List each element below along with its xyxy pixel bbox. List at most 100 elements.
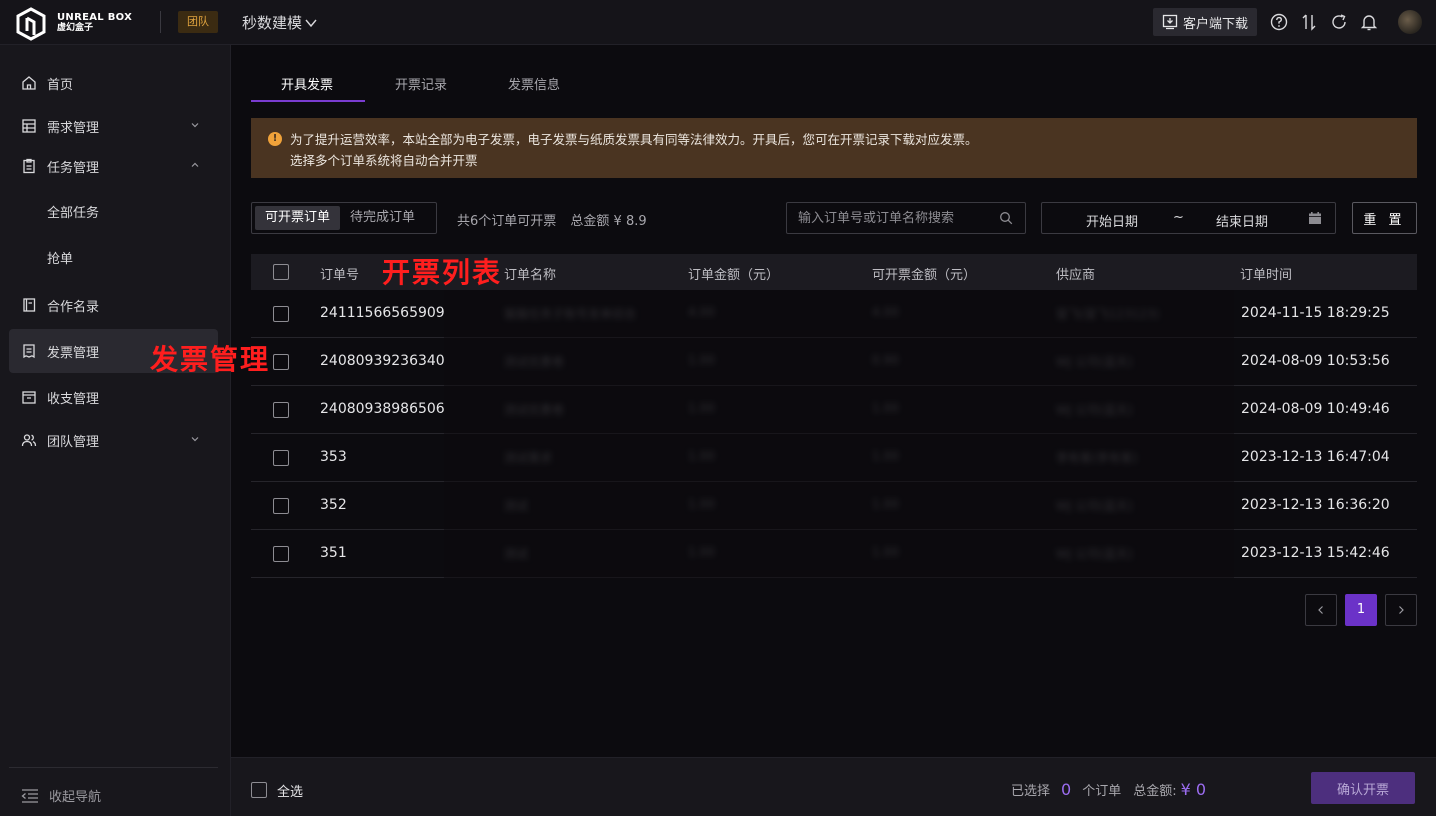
clipboard-icon bbox=[23, 158, 35, 174]
cell-order-name: 测试 bbox=[504, 547, 529, 561]
date-separator: ~ bbox=[1173, 210, 1184, 225]
row-checkbox[interactable] bbox=[273, 354, 289, 370]
cell-order-id: 353 bbox=[320, 449, 347, 465]
book-icon bbox=[23, 298, 36, 312]
segment-pending-orders[interactable]: 待完成订单 bbox=[340, 206, 425, 230]
cell-order-id: 24080939236340 bbox=[320, 353, 445, 369]
col-order-time: 订单时间 bbox=[1240, 268, 1293, 283]
row-checkbox[interactable] bbox=[273, 306, 289, 322]
table-row[interactable]: 353 测试需求 1.00 1.00 李有客(李有客) 2023-12-13 1… bbox=[251, 434, 1417, 482]
chevron-left-icon bbox=[1318, 606, 1323, 614]
team-badge[interactable]: 团队 bbox=[178, 11, 218, 33]
select-all-checkbox[interactable] bbox=[251, 782, 267, 798]
search-icon[interactable] bbox=[999, 211, 1013, 225]
cell-invoiceable: 0.90 bbox=[872, 353, 899, 367]
help-icon[interactable] bbox=[1269, 12, 1289, 32]
cell-supplier: WJ 公司(蓝天) bbox=[1056, 499, 1133, 513]
chevron-down-icon bbox=[305, 19, 317, 27]
sidebar-item-label: 发票管理 bbox=[47, 345, 100, 361]
chevron-down-icon bbox=[191, 437, 199, 442]
selected-prefix: 已选择 bbox=[1011, 784, 1051, 799]
sidebar-item-label: 收支管理 bbox=[47, 391, 100, 407]
team-icon bbox=[21, 434, 37, 447]
invoice-icon bbox=[23, 344, 35, 359]
tab-active-indicator bbox=[251, 100, 365, 102]
download-icon bbox=[1162, 14, 1178, 30]
bell-icon[interactable] bbox=[1359, 12, 1379, 32]
row-checkbox[interactable] bbox=[273, 450, 289, 466]
selected-suffix: 个订单 bbox=[1082, 784, 1122, 799]
date-range-picker[interactable]: 开始日期 ~ 结束日期 bbox=[1041, 202, 1336, 234]
project-switcher[interactable]: 秒数建模 bbox=[242, 12, 318, 33]
sidebar-item-team[interactable]: 团队管理 bbox=[9, 418, 218, 462]
calendar-icon bbox=[1309, 212, 1321, 224]
select-all-label[interactable]: 全选 bbox=[277, 781, 303, 800]
collapse-nav-button[interactable]: 收起导航 bbox=[21, 786, 101, 805]
wallet-icon bbox=[22, 391, 36, 404]
cell-order-name: 测试 bbox=[504, 499, 529, 513]
logo-icon[interactable] bbox=[14, 7, 48, 41]
sidebar-item-tasks[interactable]: 任务管理 bbox=[9, 144, 218, 188]
top-bar: UNREAL BOX 虚幻盒子 团队 秒数建模 客户端下载 bbox=[0, 0, 1436, 45]
cell-amount: 1.00 bbox=[688, 497, 715, 511]
table-row[interactable]: 352 测试 1.00 1.00 WJ 公司(蓝天) 2023-12-13 16… bbox=[251, 482, 1417, 530]
cell-order-name: 猫猫任务子账号发单综合 bbox=[504, 307, 637, 321]
cell-order-name: 测试优惠卷 bbox=[504, 403, 565, 417]
avatar[interactable] bbox=[1398, 10, 1422, 34]
tab-issue-invoice[interactable]: 开具发票 bbox=[281, 74, 333, 93]
start-date[interactable]: 开始日期 bbox=[1086, 211, 1138, 230]
sidebar-item-label: 团队管理 bbox=[47, 434, 100, 450]
sidebar-item-home[interactable]: 首页 bbox=[9, 61, 218, 105]
brand-name: UNREAL BOX 虚幻盒子 bbox=[57, 12, 132, 34]
sidebar-item-grab-order[interactable]: 抢单 bbox=[47, 248, 73, 267]
cell-supplier: WJ 公司(蓝天) bbox=[1056, 403, 1133, 417]
cell-supplier: WJ 公司(蓝天) bbox=[1056, 355, 1133, 369]
sidebar-divider bbox=[9, 767, 218, 768]
sidebar-item-partners[interactable]: 合作名录 bbox=[9, 283, 218, 327]
cell-order-id: 352 bbox=[320, 497, 347, 513]
end-date[interactable]: 结束日期 bbox=[1216, 211, 1268, 230]
sidebar-item-label: 需求管理 bbox=[47, 120, 100, 136]
notice-banner: ! 为了提升运营效率，本站全部为电子发票，电子发票与纸质发票具有同等法律效力。开… bbox=[251, 118, 1417, 178]
row-checkbox[interactable] bbox=[273, 546, 289, 562]
table-row[interactable]: 24080938986506 测试优惠卷 1.00 1.00 WJ 公司(蓝天)… bbox=[251, 386, 1417, 434]
home-icon bbox=[22, 76, 36, 90]
project-name: 秒数建模 bbox=[242, 14, 303, 32]
notice-line2: 选择多个订单系统将自动合并开票 bbox=[290, 153, 478, 168]
table-row[interactable]: 24080939236340 测试优惠卷 1.00 0.90 WJ 公司(蓝天)… bbox=[251, 338, 1417, 386]
table-row[interactable]: 351 测试 1.00 1.00 WJ 公司(蓝天) 2023-12-13 15… bbox=[251, 530, 1417, 578]
download-client-button[interactable]: 客户端下载 bbox=[1153, 8, 1257, 36]
sidebar-item-all-tasks[interactable]: 全部任务 bbox=[47, 202, 99, 221]
cell-amount: 1.00 bbox=[688, 401, 715, 415]
confirm-invoice-button[interactable]: 确认开票 bbox=[1311, 772, 1415, 804]
header-checkbox[interactable] bbox=[273, 264, 289, 280]
cell-invoiceable: 1.00 bbox=[872, 401, 899, 415]
refresh-icon[interactable] bbox=[1329, 12, 1349, 32]
cell-invoiceable: 1.00 bbox=[872, 449, 899, 463]
row-checkbox[interactable] bbox=[273, 402, 289, 418]
segment-invoiceable-orders[interactable]: 可开票订单 bbox=[255, 206, 341, 230]
reset-button[interactable]: 重 置 bbox=[1352, 202, 1417, 234]
collapse-label: 收起导航 bbox=[49, 790, 102, 805]
page-number[interactable]: 1 bbox=[1345, 594, 1377, 626]
sort-icon[interactable] bbox=[1299, 12, 1319, 32]
cell-supplier: 李有客(李有客) bbox=[1056, 451, 1138, 465]
collapse-icon bbox=[21, 788, 38, 803]
selection-stats: 已选择 0 个订单 总金额: ¥ 0 bbox=[1011, 780, 1217, 799]
cell-invoiceable: 1.00 bbox=[872, 545, 899, 559]
sidebar-item-finance[interactable]: 收支管理 bbox=[9, 375, 218, 419]
cell-order-name: 测试需求 bbox=[504, 451, 553, 465]
cell-invoiceable: 4.00 bbox=[872, 305, 899, 319]
row-checkbox[interactable] bbox=[273, 498, 289, 514]
next-page-button[interactable] bbox=[1385, 594, 1417, 626]
cell-time: 2023-12-13 15:42:46 bbox=[1241, 545, 1390, 561]
sidebar-item-demands[interactable]: 需求管理 bbox=[9, 104, 218, 148]
table-row[interactable]: 24111566565909 猫猫任务子账号发单综合 4.00 4.00 冒飞(… bbox=[251, 290, 1417, 338]
cell-time: 2023-12-13 16:47:04 bbox=[1241, 449, 1390, 465]
tab-invoice-records[interactable]: 开票记录 bbox=[395, 74, 447, 93]
prev-page-button[interactable] bbox=[1305, 594, 1337, 626]
search-input[interactable] bbox=[786, 202, 1026, 234]
cell-order-id: 24080938986506 bbox=[320, 401, 445, 417]
tab-invoice-info[interactable]: 发票信息 bbox=[508, 74, 560, 93]
brand-line2: 虚幻盒子 bbox=[57, 23, 94, 33]
